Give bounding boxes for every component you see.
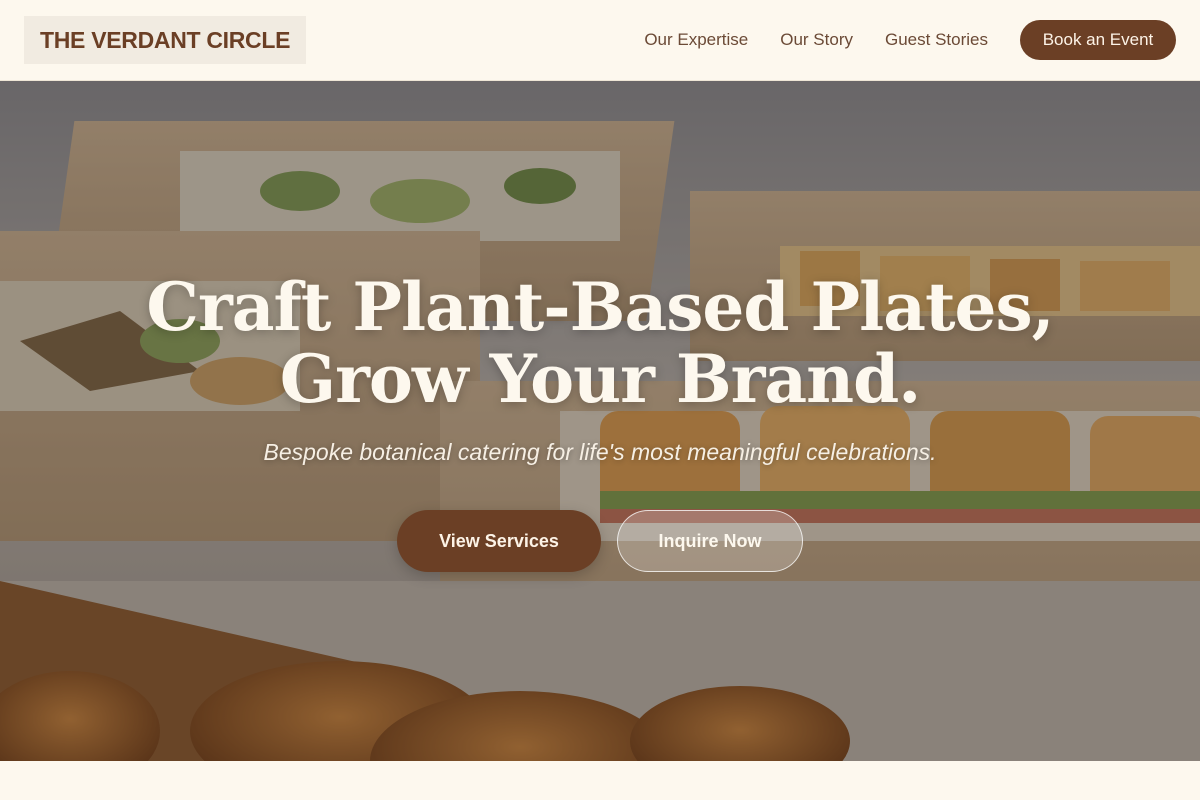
main-nav: Our Expertise Our Story Guest Stories Bo… — [644, 20, 1176, 60]
inquire-now-button[interactable]: Inquire Now — [617, 510, 803, 572]
hero-title-line-2: Grow Your Brand. — [279, 340, 922, 418]
logo[interactable]: THE VERDANT CIRCLE — [24, 16, 307, 64]
book-event-button[interactable]: Book an Event — [1020, 20, 1176, 60]
hero-title-line-1: Craft Plant-Based Plates, — [146, 268, 1054, 346]
nav-link-our-story[interactable]: Our Story — [780, 30, 853, 50]
view-services-button[interactable]: View Services — [397, 510, 601, 572]
site-header: THE VERDANT CIRCLE Our Expertise Our Sto… — [0, 0, 1200, 81]
hero-section: Craft Plant-Based Plates, Grow Your Bran… — [0, 81, 1200, 761]
nav-link-guest-stories[interactable]: Guest Stories — [885, 30, 988, 50]
page-bottom-strip — [0, 761, 1200, 800]
nav-link-our-expertise[interactable]: Our Expertise — [644, 30, 748, 50]
hero-subtitle: Bespoke botanical catering for life's mo… — [263, 439, 937, 465]
hero-title: Craft Plant-Based Plates, Grow Your Bran… — [100, 271, 1100, 415]
hero-content: Craft Plant-Based Plates, Grow Your Bran… — [0, 81, 1200, 761]
